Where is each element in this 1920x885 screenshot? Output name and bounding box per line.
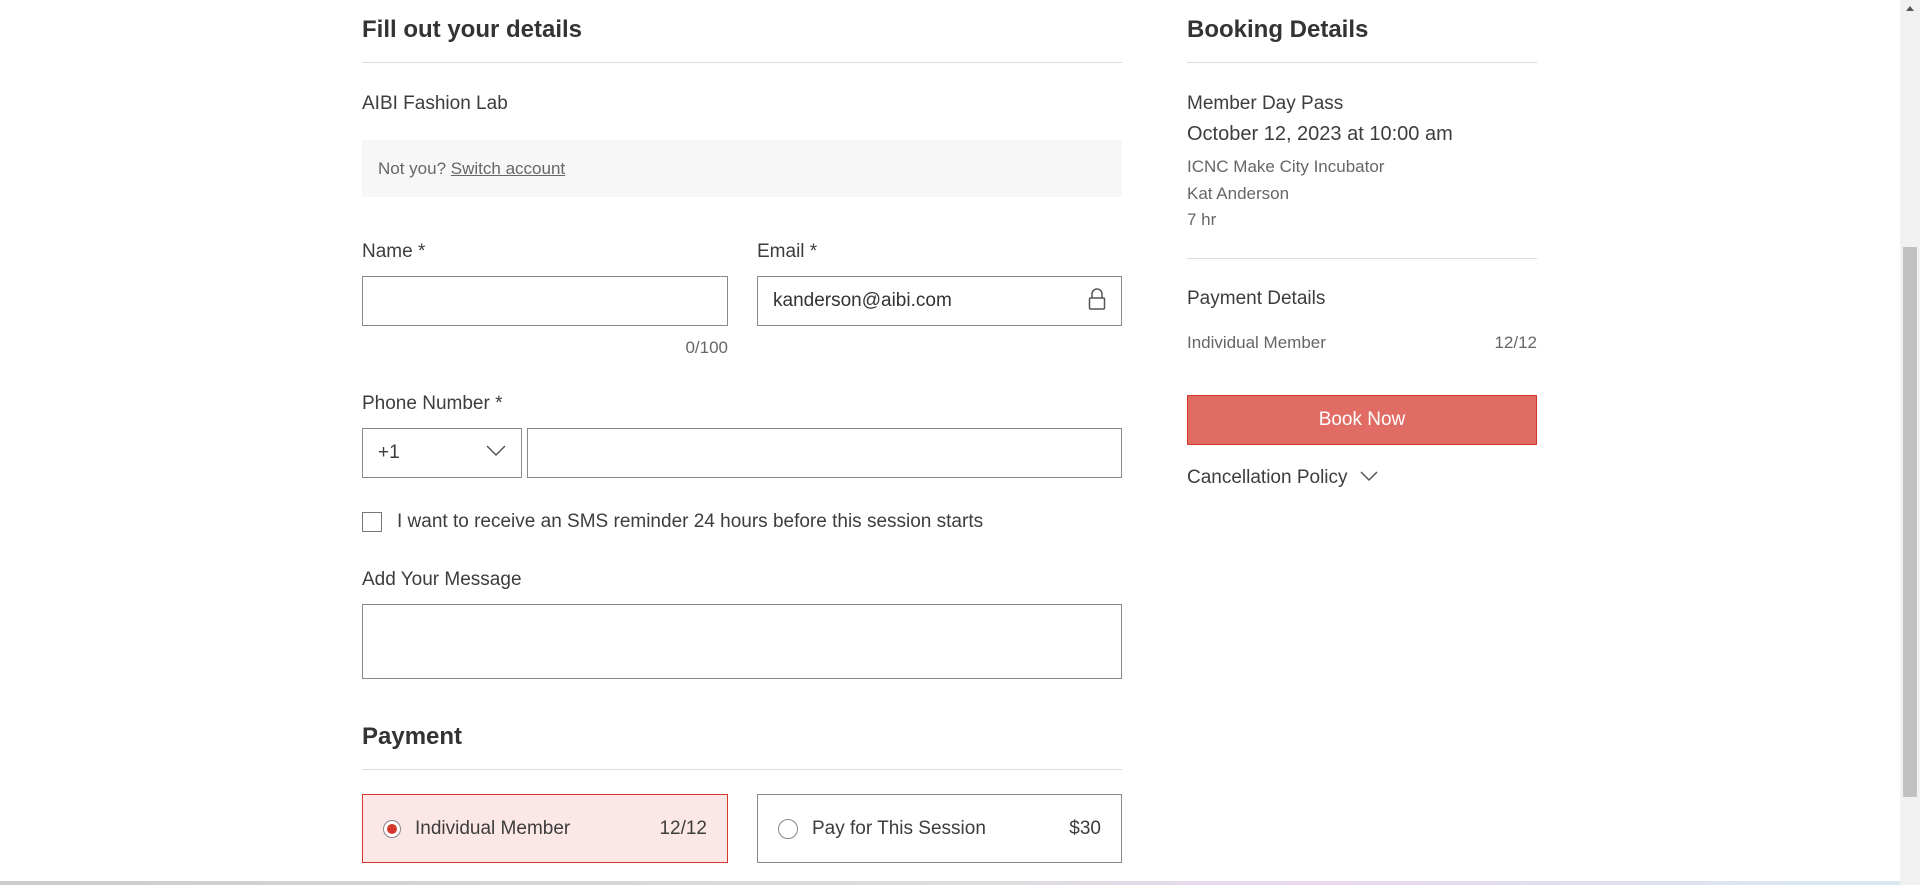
email-label: Email *	[757, 241, 818, 262]
name-char-counter: 0/100	[685, 338, 728, 357]
scrollbar[interactable]	[1900, 0, 1920, 885]
account-notice: Not you? Switch account	[362, 140, 1122, 197]
phone-field[interactable]	[527, 428, 1122, 478]
name-field[interactable]	[362, 276, 728, 326]
form-title: Fill out your details	[362, 16, 583, 43]
booking-datetime: October 12, 2023 at 10:00 am	[1187, 123, 1453, 145]
account-name: AIBI Fashion Lab	[362, 93, 508, 114]
payment-details-value: 12/12	[1494, 333, 1537, 352]
scrollbar-thumb[interactable]	[1903, 247, 1917, 797]
cancellation-policy-label: Cancellation Policy	[1187, 467, 1348, 488]
country-code-select[interactable]: +1	[362, 428, 522, 478]
country-code-value: +1	[378, 442, 400, 463]
payment-option-value: 12/12	[659, 817, 707, 839]
name-input[interactable]	[363, 277, 727, 325]
payment-option-value: $30	[1069, 817, 1101, 839]
booking-location: ICNC Make City Incubator	[1187, 157, 1385, 176]
payment-option-individual-member[interactable]: Individual Member 12/12	[362, 794, 728, 863]
switch-account-link[interactable]: Switch account	[451, 159, 565, 179]
divider	[362, 62, 1122, 63]
divider	[362, 769, 1122, 770]
email-field: kanderson@aibi.com	[757, 276, 1122, 326]
payment-title: Payment	[362, 723, 463, 750]
lock-icon	[1088, 287, 1106, 316]
radio-selected[interactable]	[383, 819, 401, 838]
message-textarea[interactable]	[363, 605, 1121, 678]
name-label: Name *	[362, 241, 426, 262]
payment-option-pay-session[interactable]: Pay for This Session $30	[757, 794, 1122, 863]
chevron-down-icon	[1360, 469, 1378, 487]
payment-details-label: Individual Member	[1187, 333, 1326, 352]
service-name: Member Day Pass	[1187, 93, 1344, 114]
booking-duration: 7 hr	[1187, 210, 1217, 229]
not-you-text: Not you?	[378, 158, 447, 178]
payment-option-label: Individual Member	[415, 817, 571, 839]
booking-staff: Kat Anderson	[1187, 184, 1290, 203]
message-field[interactable]	[362, 604, 1122, 679]
cancellation-policy-toggle[interactable]: Cancellation Policy	[1187, 467, 1378, 489]
book-now-button[interactable]: Book Now	[1187, 395, 1537, 445]
bottom-edge	[0, 881, 1900, 885]
sms-reminder-label: I want to receive an SMS reminder 24 hou…	[397, 511, 984, 532]
payment-details-title: Payment Details	[1187, 288, 1326, 309]
divider	[1187, 258, 1537, 259]
divider	[1187, 62, 1537, 63]
phone-input[interactable]	[528, 429, 1121, 477]
sms-reminder-checkbox[interactable]	[362, 512, 382, 532]
phone-label: Phone Number *	[362, 393, 503, 414]
email-value: kanderson@aibi.com	[773, 290, 952, 311]
payment-option-label: Pay for This Session	[812, 817, 986, 839]
scroll-up-arrow-icon[interactable]	[1906, 6, 1914, 11]
chevron-down-icon	[486, 444, 506, 462]
radio-unselected[interactable]	[778, 818, 798, 839]
message-label: Add Your Message	[362, 569, 522, 590]
booking-title: Booking Details	[1187, 16, 1369, 43]
